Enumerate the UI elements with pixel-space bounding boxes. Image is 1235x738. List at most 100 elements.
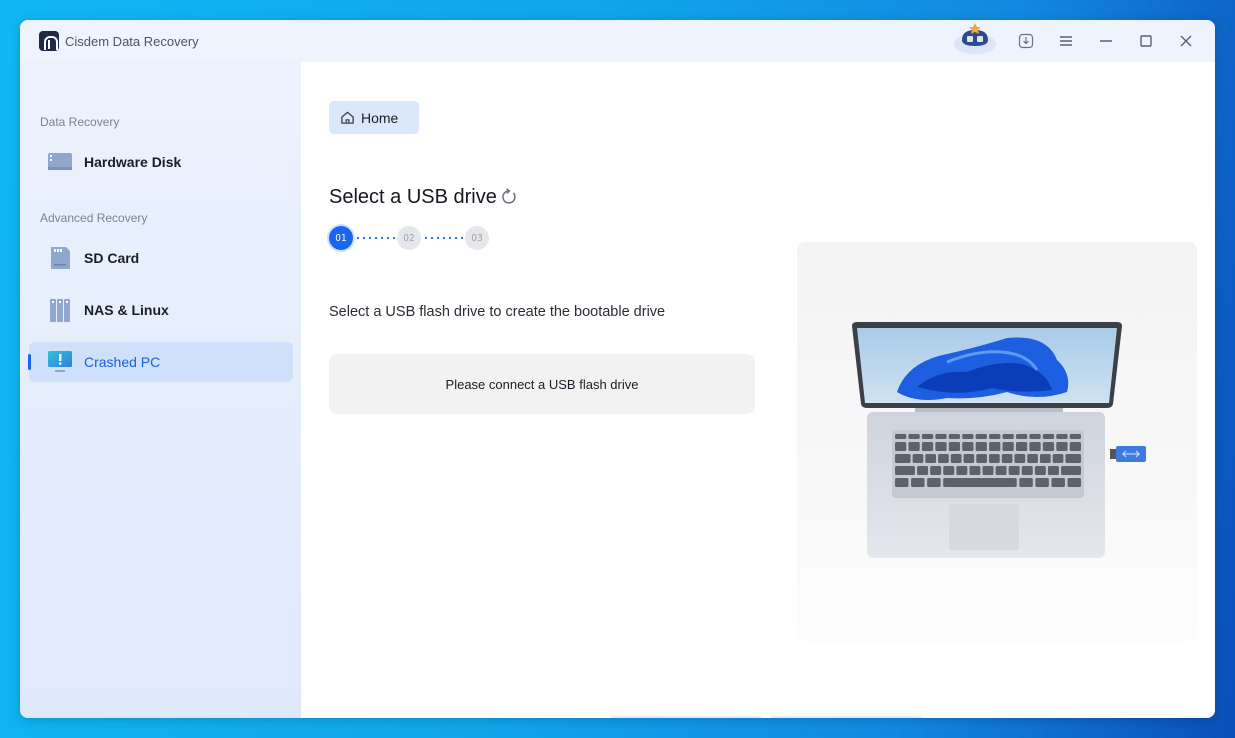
keyboard-key [1015, 442, 1028, 451]
keyboard-key [938, 454, 949, 463]
maximize-button[interactable] [1134, 29, 1158, 53]
download-icon [1018, 33, 1034, 49]
laptop-with-usb-illustration [797, 242, 1197, 642]
keyboard-key [1056, 442, 1068, 451]
step-connector [423, 237, 463, 239]
keyboard-key [1065, 454, 1081, 463]
keyboard-key [935, 434, 947, 439]
keyboard-key [1042, 434, 1055, 439]
keyboard-key [948, 434, 961, 439]
minimize-button[interactable] [1094, 29, 1118, 53]
minimize-icon [1100, 40, 1112, 42]
step-2: 02 [397, 226, 421, 250]
active-indicator [28, 354, 31, 370]
mascot-icon[interactable] [952, 22, 998, 56]
sidebar-item-label: Crashed PC [84, 354, 161, 370]
keyboard-key [976, 454, 987, 463]
section-label-advanced-recovery: Advanced Recovery [40, 211, 148, 225]
keyboard-key [895, 478, 909, 487]
keyboard-key [921, 442, 934, 451]
keyboard-key [1052, 454, 1064, 463]
step-indicator: 01 02 03 [329, 226, 499, 250]
sidebar-item-nas-linux[interactable]: NAS & Linux [29, 290, 293, 330]
keyboard-key [1042, 442, 1055, 451]
keyboard-key [1051, 478, 1065, 487]
sd-card-icon [51, 247, 70, 269]
bottom-decoration [611, 716, 761, 718]
keyboard-key [1002, 434, 1014, 439]
sidebar: Data Recovery Hardware Disk Advanced Rec… [20, 62, 301, 718]
instruction-text: Select a USB flash drive to create the b… [329, 304, 666, 320]
keyboard-key [995, 466, 1007, 475]
keyboard-key [948, 442, 961, 451]
sidebar-item-label: Hardware Disk [84, 154, 182, 170]
keyboard-key [989, 454, 1000, 463]
keyboard-key [1029, 434, 1041, 439]
close-icon [1180, 35, 1192, 47]
keyboard-key [912, 454, 924, 463]
keyboard-key [1039, 454, 1051, 463]
bottom-decoration [771, 716, 921, 718]
menu-button[interactable] [1054, 29, 1078, 53]
keyboard-key [1019, 478, 1033, 487]
nas-icon [50, 299, 70, 322]
keyboard-key [1056, 434, 1068, 439]
keyboard-key [917, 466, 929, 475]
title-bar: Cisdem Data Recovery [20, 20, 1215, 62]
keyboard-key [895, 442, 907, 451]
keyboard-key [962, 442, 974, 451]
usb-placeholder-text: Please connect a USB flash drive [445, 376, 639, 392]
download-button[interactable] [1014, 29, 1038, 53]
sidebar-item-hardware-disk[interactable]: Hardware Disk [29, 142, 293, 182]
keyboard-key [1067, 478, 1081, 487]
sidebar-item-sd-card[interactable]: SD Card [29, 238, 293, 278]
keyboard-key [950, 454, 962, 463]
keyboard-key [963, 454, 975, 463]
sidebar-item-label: NAS & Linux [84, 302, 169, 318]
step-3: 03 [465, 226, 489, 250]
keyboard-key [908, 434, 920, 439]
keyboard-key [943, 466, 955, 475]
keyboard-key [975, 434, 987, 439]
keyboard-key [895, 454, 911, 463]
keyboard-key [1001, 454, 1013, 463]
keyboard-key [1047, 466, 1059, 475]
keyboard-key [908, 442, 920, 451]
keyboard-key [1061, 466, 1081, 475]
refresh-icon[interactable] [500, 188, 518, 206]
page-title: Select a USB drive [329, 186, 497, 208]
main-content: Home Select a USB drive 01 02 03 Select … [301, 62, 1215, 718]
keyboard-key [1035, 478, 1049, 487]
hard-disk-icon [48, 153, 72, 170]
app-title: Cisdem Data Recovery [65, 34, 199, 49]
usb-drive-icon [1110, 446, 1146, 462]
keyboard-key [1002, 442, 1014, 451]
step-connector [355, 237, 395, 239]
keyboard-key [1069, 434, 1081, 439]
keyboard-key [935, 442, 947, 451]
keyboard-key [975, 442, 987, 451]
keyboard-key [969, 466, 981, 475]
keyboard-key [1027, 454, 1038, 463]
keyboard-key [925, 454, 937, 463]
menu-icon [1060, 36, 1072, 46]
keyboard-key [895, 434, 907, 439]
keyboard-key [1029, 442, 1041, 451]
keyboard-key [895, 466, 915, 475]
keyboard-key [1034, 466, 1046, 475]
breadcrumb-home[interactable]: Home [329, 101, 419, 134]
keyboard-key [962, 434, 974, 439]
usb-drive-selector[interactable]: Please connect a USB flash drive [329, 354, 755, 414]
keyboard-key [989, 442, 1001, 451]
keyboard-key [921, 434, 934, 439]
keyboard-key [989, 434, 1001, 439]
keyboard-key [930, 466, 942, 475]
close-button[interactable] [1174, 29, 1198, 53]
sidebar-item-crashed-pc[interactable]: Crashed PC [28, 342, 293, 382]
sidebar-item-label: SD Card [84, 250, 140, 266]
keyboard-key [982, 466, 994, 475]
section-label-data-recovery: Data Recovery [40, 115, 120, 129]
trackpad [949, 504, 1019, 550]
keyboard-key [911, 478, 925, 487]
keyboard-key [956, 466, 968, 475]
